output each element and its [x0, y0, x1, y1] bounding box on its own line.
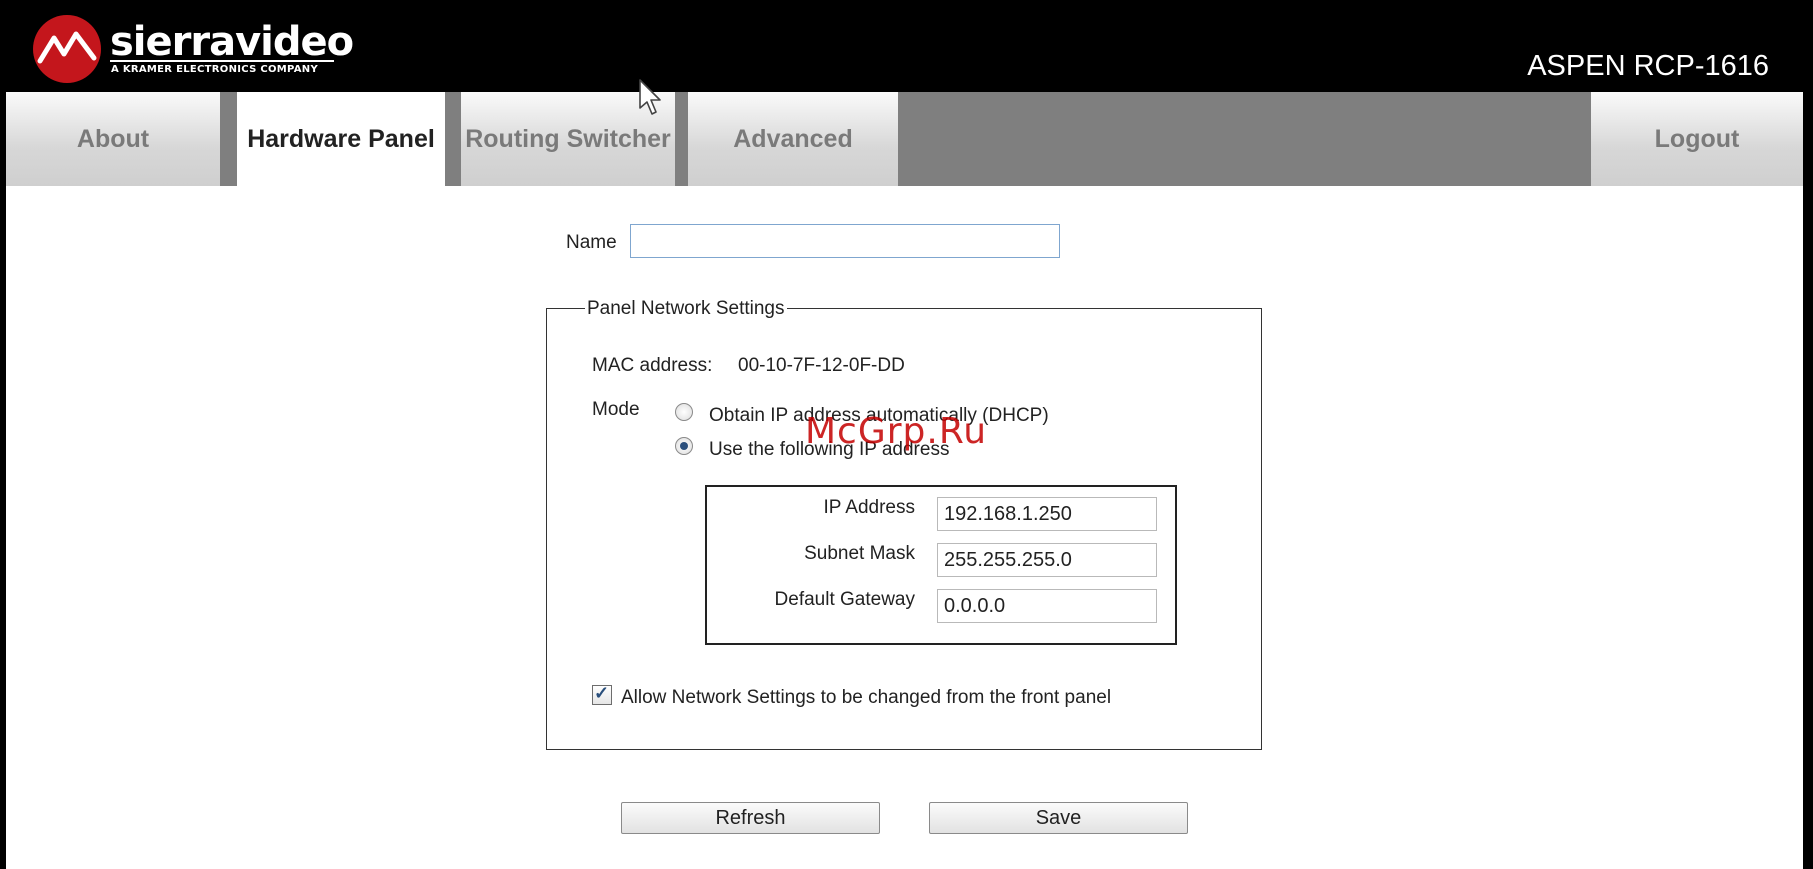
ip-address-label: IP Address [823, 497, 915, 518]
allow-front-panel-checkbox[interactable]: ✓ [592, 683, 612, 705]
product-title: ASPEN RCP-1616 [1527, 50, 1769, 82]
name-label: Name [566, 232, 617, 253]
dhcp-radio[interactable] [675, 403, 693, 421]
subnet-mask-input[interactable] [937, 543, 1157, 577]
tab-bar: About Hardware Panel Routing Switcher Ad… [6, 92, 1803, 186]
brand-tagline: A KRAMER ELECTRONICS COMPANY [111, 64, 319, 75]
subnet-mask-label: Subnet Mask [804, 543, 915, 564]
tab-hardware-panel[interactable]: Hardware Panel [237, 92, 445, 186]
static-ip-radio[interactable] [675, 437, 693, 455]
panel-network-settings-group: Panel Network Settings MAC address: 00-1… [546, 298, 1262, 750]
brand-name: sierravideo [110, 19, 354, 65]
save-button[interactable]: Save [929, 802, 1188, 834]
tab-about[interactable]: About [6, 92, 220, 186]
mac-address-label: MAC address: [592, 355, 713, 376]
allow-front-panel-label[interactable]: Allow Network Settings to be changed fro… [621, 687, 1111, 709]
watermark: McGrp.Ru [805, 411, 988, 452]
mode-label: Mode [592, 399, 640, 420]
mac-address-value: 00-10-7F-12-0F-DD [738, 355, 905, 376]
tab-advanced[interactable]: Advanced [688, 92, 898, 186]
checkmark-icon: ✓ [594, 683, 610, 703]
refresh-button[interactable]: Refresh [621, 802, 880, 834]
hardware-panel-content: Name Panel Network Settings MAC address:… [6, 186, 1803, 869]
mouse-pointer-icon [639, 79, 661, 115]
tab-logout[interactable]: Logout [1591, 92, 1803, 186]
brand-rule [110, 60, 334, 62]
default-gateway-label: Default Gateway [774, 589, 915, 610]
header: sierravideo A KRAMER ELECTRONICS COMPANY… [0, 0, 1813, 92]
ip-address-input[interactable] [937, 497, 1157, 531]
static-ip-group: IP Address Subnet Mask Default Gateway [705, 485, 1177, 645]
name-input[interactable] [630, 224, 1060, 258]
default-gateway-input[interactable] [937, 589, 1157, 623]
sierravideo-logo-icon [33, 15, 101, 83]
app-window: sierravideo A KRAMER ELECTRONICS COMPANY… [0, 0, 1813, 869]
panel-network-settings-legend: Panel Network Settings [585, 298, 787, 320]
